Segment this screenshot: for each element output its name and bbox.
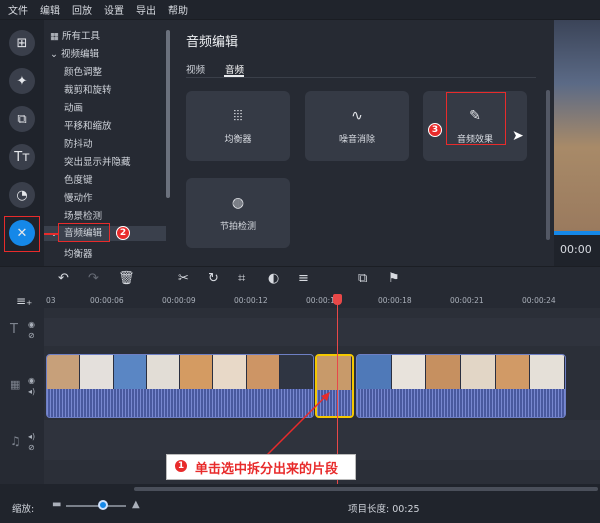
annotation-badge-1: 1: [174, 459, 188, 473]
zoom-out-icon[interactable]: ▬: [52, 499, 61, 510]
zoom-slider-handle[interactable]: [98, 500, 108, 510]
timeline-scrollbar[interactable]: [134, 487, 598, 491]
zoom-label: 缩放:: [12, 504, 35, 515]
annotation-callout-1: 单击选中拆分出来的片段: [166, 454, 356, 480]
annotation-arrow-1: [261, 392, 330, 461]
zoom-slider[interactable]: [66, 505, 126, 507]
project-length: 项目长度: 00:25: [348, 504, 420, 515]
zoom-in-icon[interactable]: ▲: [132, 499, 140, 510]
